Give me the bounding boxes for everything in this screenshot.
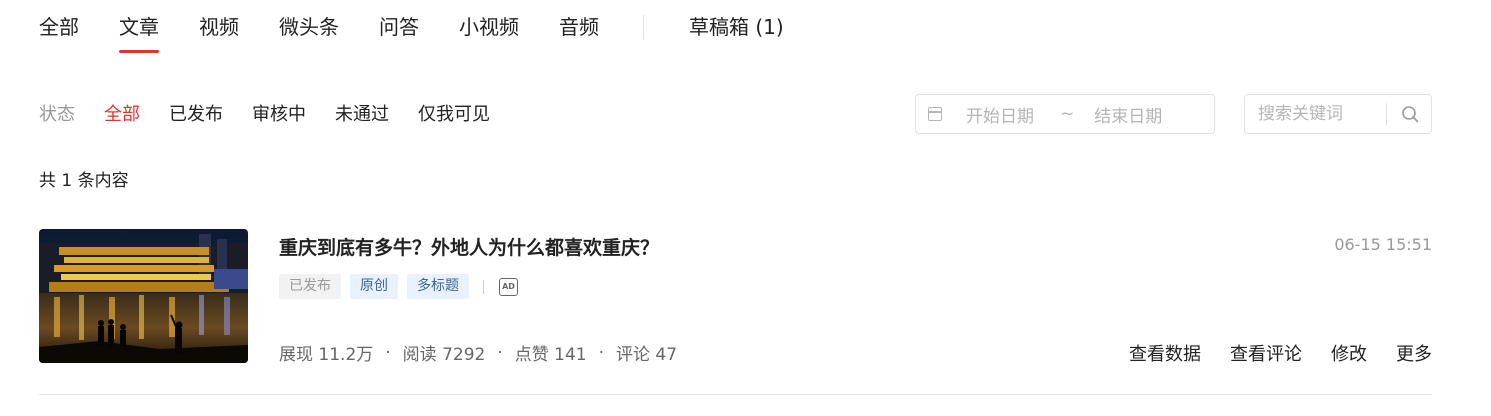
tab-divider <box>643 15 644 39</box>
tag-divider <box>483 279 484 294</box>
multi-title-badge: 多标题 <box>407 274 469 299</box>
tab-qa[interactable]: 问答 <box>379 0 419 37</box>
article-actions: 查看数据 查看评论 修改 更多 <box>1129 340 1432 366</box>
end-date-field[interactable]: 结束日期 <box>1094 102 1168 127</box>
filter-all[interactable]: 全部 <box>104 100 140 126</box>
status-filter: 状态 全部 已发布 审核中 未通过 仅我可见 <box>39 100 519 126</box>
tab-videos[interactable]: 视频 <box>199 0 239 37</box>
publish-time: 06-15 15:51 <box>1334 235 1432 254</box>
view-comments-button[interactable]: 查看评论 <box>1230 340 1302 366</box>
filter-rejected[interactable]: 未通过 <box>335 100 389 126</box>
search-icon[interactable] <box>1401 105 1419 123</box>
start-date-field[interactable]: 开始日期 <box>966 102 1040 127</box>
filter-published[interactable]: 已发布 <box>169 100 223 126</box>
stat-likes: 点赞 141 <box>514 345 587 365</box>
search-box <box>1244 94 1432 134</box>
date-range-picker[interactable]: 开始日期 ~ 结束日期 <box>915 94 1215 134</box>
view-data-button[interactable]: 查看数据 <box>1129 340 1201 366</box>
status-filter-label: 状态 <box>39 104 75 125</box>
date-range-separator: ~ <box>1060 104 1075 124</box>
filter-under-review[interactable]: 审核中 <box>252 100 306 126</box>
stat-comments: 评论 47 <box>616 345 678 365</box>
edit-button[interactable]: 修改 <box>1331 340 1367 366</box>
search-input[interactable] <box>1258 104 1384 124</box>
tab-articles[interactable]: 文章 <box>119 0 159 53</box>
row-divider <box>39 394 1432 395</box>
article-title[interactable]: 重庆到底有多牛？外地人为什么都喜欢重庆？ <box>279 233 659 260</box>
stat-impressions: 展现 11.2万 <box>279 345 374 365</box>
stat-separator: · <box>385 342 391 363</box>
tab-all[interactable]: 全部 <box>39 0 79 37</box>
original-badge: 原创 <box>350 274 398 299</box>
stat-separator: · <box>497 342 503 363</box>
article-stats: 展现 11.2万 · 阅读 7292 · 点赞 141 · 评论 47 <box>279 340 678 366</box>
article-thumbnail[interactable] <box>39 229 248 363</box>
tab-drafts[interactable]: 草稿箱 (1) <box>689 0 784 37</box>
tab-micro-posts[interactable]: 微头条 <box>279 0 339 37</box>
status-badge: 已发布 <box>279 274 341 299</box>
tab-short-videos[interactable]: 小视频 <box>459 0 519 37</box>
content-count: 共 1 条内容 <box>39 171 129 191</box>
content-type-tabs: 全部 文章 视频 微头条 问答 小视频 音频 草稿箱 (1) <box>39 0 784 56</box>
stat-reads: 阅读 7292 <box>402 345 486 365</box>
stat-separator: · <box>598 342 605 363</box>
tab-audio[interactable]: 音频 <box>559 0 599 37</box>
search-divider <box>1386 103 1387 125</box>
ad-icon: AD <box>499 277 518 296</box>
filter-private[interactable]: 仅我可见 <box>418 100 490 126</box>
calendar-icon <box>928 107 942 121</box>
article-tags: 已发布 原创 多标题 AD <box>279 274 518 299</box>
more-button[interactable]: 更多 <box>1396 340 1432 366</box>
